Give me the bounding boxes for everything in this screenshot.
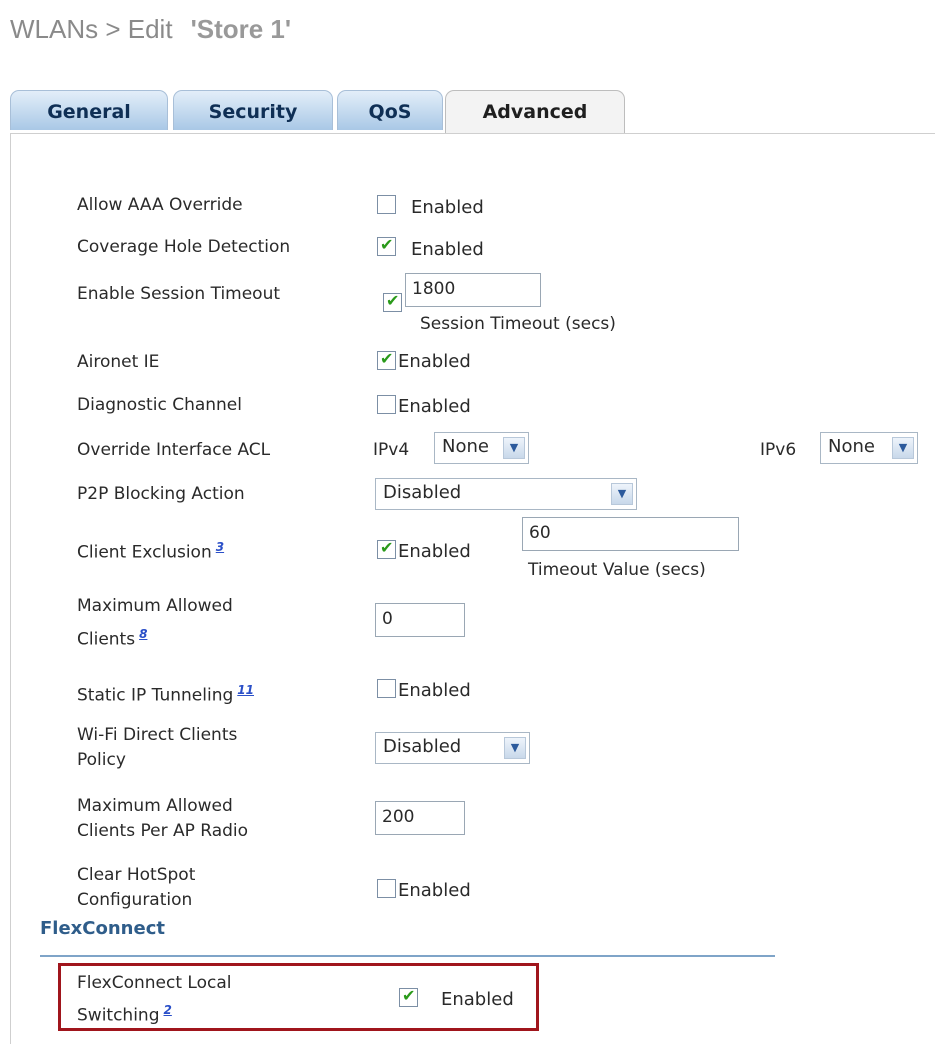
static-ip-text: Enabled (398, 680, 471, 701)
max-clients-label: Maximum Allowed Clients 8 (77, 594, 233, 653)
max-clients-label-line2: Clients (77, 629, 136, 650)
aaa-override-checkbox[interactable] (377, 195, 396, 214)
max-clients-radio-label-line1: Maximum Allowed (77, 796, 233, 816)
ipv6-acl-value: None (828, 436, 875, 457)
tab-general[interactable]: General (10, 90, 168, 130)
page-title: WLANs > Edit 'Store 1' (10, 14, 291, 45)
max-clients-label-line2-wrap: Clients 8 (77, 622, 233, 653)
ipv6-label: IPv6 (760, 440, 797, 460)
wlan-name: 'Store 1' (190, 14, 292, 44)
clear-hotspot-label-line2: Configuration (77, 890, 193, 910)
aaa-override-text: Enabled (411, 197, 484, 218)
max-clients-label-line1: Maximum Allowed (77, 596, 233, 616)
exclusion-timeout-input[interactable]: 60 (522, 517, 739, 551)
local-switching-label: FlexConnect Local Switching 2 (77, 971, 231, 1029)
clear-hotspot-label-line1: Clear HotSpot (77, 865, 196, 885)
ipv4-label: IPv4 (373, 440, 410, 460)
local-switching-label-line2-wrap: Switching 2 (77, 998, 231, 1029)
max-clients-radio-label: Maximum Allowed Clients Per AP Radio (77, 794, 248, 844)
footnote-link[interactable]: 8 (139, 627, 147, 641)
tab-advanced[interactable]: Advanced (445, 90, 625, 134)
client-exclusion-label: Client Exclusion 3 (77, 535, 224, 566)
aironet-ie-text: Enabled (398, 351, 471, 372)
local-switching-label-line1: FlexConnect Local (77, 973, 232, 993)
tab-qos[interactable]: QoS (337, 90, 443, 130)
chevron-down-icon: ▼ (503, 437, 525, 459)
client-exclusion-text: Enabled (398, 541, 471, 562)
max-clients-radio-label-line2: Clients Per AP Radio (77, 821, 249, 841)
override-acl-label: Override Interface ACL (77, 440, 271, 460)
max-clients-radio-input[interactable]: 200 (375, 801, 465, 835)
client-exclusion-label-text: Client Exclusion (77, 542, 212, 563)
p2p-blocking-label: P2P Blocking Action (77, 484, 245, 504)
ipv4-acl-value: None (442, 436, 489, 457)
wifi-direct-label-line1: Wi-Fi Direct Clients (77, 725, 238, 745)
coverage-hole-checkbox[interactable] (377, 235, 396, 256)
wifi-direct-label: Wi-Fi Direct Clients Policy (77, 723, 237, 773)
page-title-prefix: WLANs > Edit (10, 14, 173, 44)
tab-security[interactable]: Security (173, 90, 333, 130)
diag-channel-text: Enabled (398, 396, 471, 417)
static-ip-checkbox[interactable] (377, 679, 396, 698)
wifi-direct-value: Disabled (383, 736, 462, 757)
coverage-hole-text: Enabled (411, 239, 484, 260)
client-exclusion-checkbox[interactable] (377, 538, 396, 559)
session-timeout-input[interactable]: 1800 (405, 273, 541, 307)
aironet-ie-checkbox[interactable] (377, 349, 396, 370)
ipv6-acl-select[interactable]: None ▼ (820, 432, 918, 464)
p2p-blocking-value: Disabled (383, 482, 462, 503)
max-clients-input[interactable]: 0 (375, 603, 465, 637)
wifi-direct-select[interactable]: Disabled ▼ (375, 732, 530, 764)
session-timeout-label: Enable Session Timeout (77, 284, 281, 304)
chevron-down-icon: ▼ (611, 483, 633, 505)
diag-channel-label: Diagnostic Channel (77, 395, 242, 415)
clear-hotspot-label: Clear HotSpot Configuration (77, 863, 195, 913)
aironet-ie-label: Aironet IE (77, 352, 160, 372)
clear-hotspot-checkbox[interactable] (377, 879, 396, 898)
p2p-blocking-select[interactable]: Disabled ▼ (375, 478, 637, 510)
section-divider (40, 955, 775, 957)
wifi-direct-label-line2: Policy (77, 750, 126, 770)
chevron-down-icon: ▼ (892, 437, 914, 459)
aaa-override-label: Allow AAA Override (77, 195, 243, 215)
local-switching-checkbox[interactable] (399, 986, 418, 1007)
local-switching-label-line2: Switching (77, 1005, 160, 1026)
footnote-link[interactable]: 3 (216, 540, 224, 554)
static-ip-label-text: Static IP Tunneling (77, 685, 234, 706)
session-timeout-caption: Session Timeout (secs) (420, 314, 616, 334)
footnote-link[interactable]: 11 (237, 683, 254, 697)
ipv4-acl-select[interactable]: None ▼ (434, 432, 529, 464)
static-ip-label: Static IP Tunneling 11 (77, 678, 254, 709)
diag-channel-checkbox[interactable] (377, 395, 396, 414)
local-switching-text: Enabled (441, 989, 514, 1010)
exclusion-timeout-caption: Timeout Value (secs) (528, 560, 706, 580)
clear-hotspot-text: Enabled (398, 880, 471, 901)
session-timeout-checkbox[interactable] (383, 291, 402, 312)
chevron-down-icon: ▼ (504, 737, 526, 759)
footnote-link[interactable]: 2 (164, 1003, 172, 1017)
flexconnect-section-title: FlexConnect (40, 918, 165, 939)
coverage-hole-label: Coverage Hole Detection (77, 237, 291, 257)
